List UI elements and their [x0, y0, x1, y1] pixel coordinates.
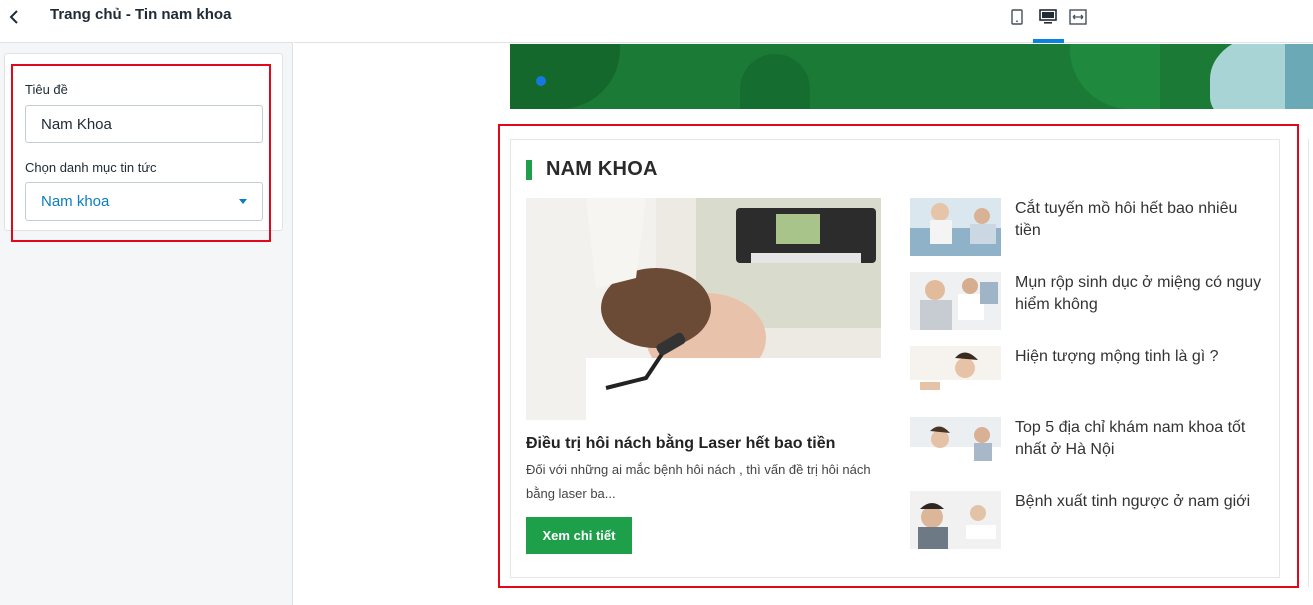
news-item[interactable]: Hiện tượng mộng tinh là gì ?	[910, 346, 1265, 404]
desktop-view-button[interactable]	[1037, 6, 1059, 28]
panel-header: Trang chủ - Tin nam khoa	[0, 0, 293, 43]
title-field-label: Tiêu đề	[25, 82, 68, 97]
panel-title: Trang chủ - Tin nam khoa	[50, 6, 232, 23]
news-thumbnail[interactable]	[910, 491, 1001, 549]
news-item[interactable]: Bệnh xuất tinh ngược ở nam giới	[910, 491, 1265, 549]
news-item[interactable]: Mụn rộp sinh dục ở miệng có nguy hiểm kh…	[910, 272, 1265, 330]
feature-image[interactable]	[526, 198, 881, 420]
news-title: Hiện tượng mộng tinh là gì ?	[1015, 348, 1219, 365]
news-thumbnail[interactable]	[910, 346, 1001, 404]
feature-description: Đối với những ai mắc bệnh hôi nách , thì…	[526, 462, 871, 501]
news-item[interactable]: Top 5 địa chỉ khám nam khoa tốt nhất ở H…	[910, 417, 1265, 475]
section-title: NAM KHOA	[546, 158, 658, 180]
news-title: Mụn rộp sinh dục ở miệng có nguy hiểm kh…	[1015, 274, 1262, 313]
fullwidth-view-button[interactable]	[1067, 6, 1089, 28]
news-title: Top 5 địa chỉ khám nam khoa tốt nhất ở H…	[1015, 419, 1246, 458]
fullwidth-icon	[1069, 9, 1087, 25]
preview-toolbar	[294, 0, 1313, 43]
news-item[interactable]: Cắt tuyến mồ hôi hết bao nhiêu tiền	[910, 198, 1265, 256]
back-button[interactable]	[2, 5, 26, 29]
settings-card: Tiêu đề Chọn danh mục tin tức Nam khoa	[4, 53, 283, 231]
slider-banner	[510, 44, 1313, 109]
desktop-icon	[1039, 9, 1057, 24]
feature-title[interactable]: Điều trị hôi nách bằng Laser hết bao tiề…	[526, 435, 835, 453]
news-thumbnail[interactable]	[910, 417, 1001, 475]
caret-down-icon	[239, 199, 247, 204]
news-thumbnail[interactable]	[910, 198, 1001, 256]
category-select[interactable]: Nam khoa	[25, 182, 263, 221]
news-section: NAM KHOA Điều trị hôi nách bằng Laser hế…	[510, 139, 1280, 578]
news-title: Bệnh xuất tinh ngược ở nam giới	[1015, 493, 1251, 510]
section-accent-bar	[526, 160, 532, 180]
category-field-label: Chọn danh mục tin tức	[25, 160, 157, 175]
mobile-view-button[interactable]	[1006, 6, 1028, 28]
slider-dot[interactable]	[536, 76, 546, 86]
divider	[1308, 139, 1309, 587]
active-device-indicator	[1033, 39, 1064, 43]
category-select-value: Nam khoa	[41, 193, 110, 210]
editor-panel: Trang chủ - Tin nam khoa Tiêu đề Chọn da…	[0, 0, 293, 605]
news-title: Cắt tuyến mồ hôi hết bao nhiêu tiền	[1015, 200, 1238, 239]
read-more-button[interactable]: Xem chi tiết	[526, 517, 632, 554]
chevron-left-icon	[9, 10, 18, 24]
news-thumbnail[interactable]	[910, 272, 1001, 330]
mobile-icon	[1011, 9, 1023, 25]
title-input[interactable]	[25, 105, 263, 143]
